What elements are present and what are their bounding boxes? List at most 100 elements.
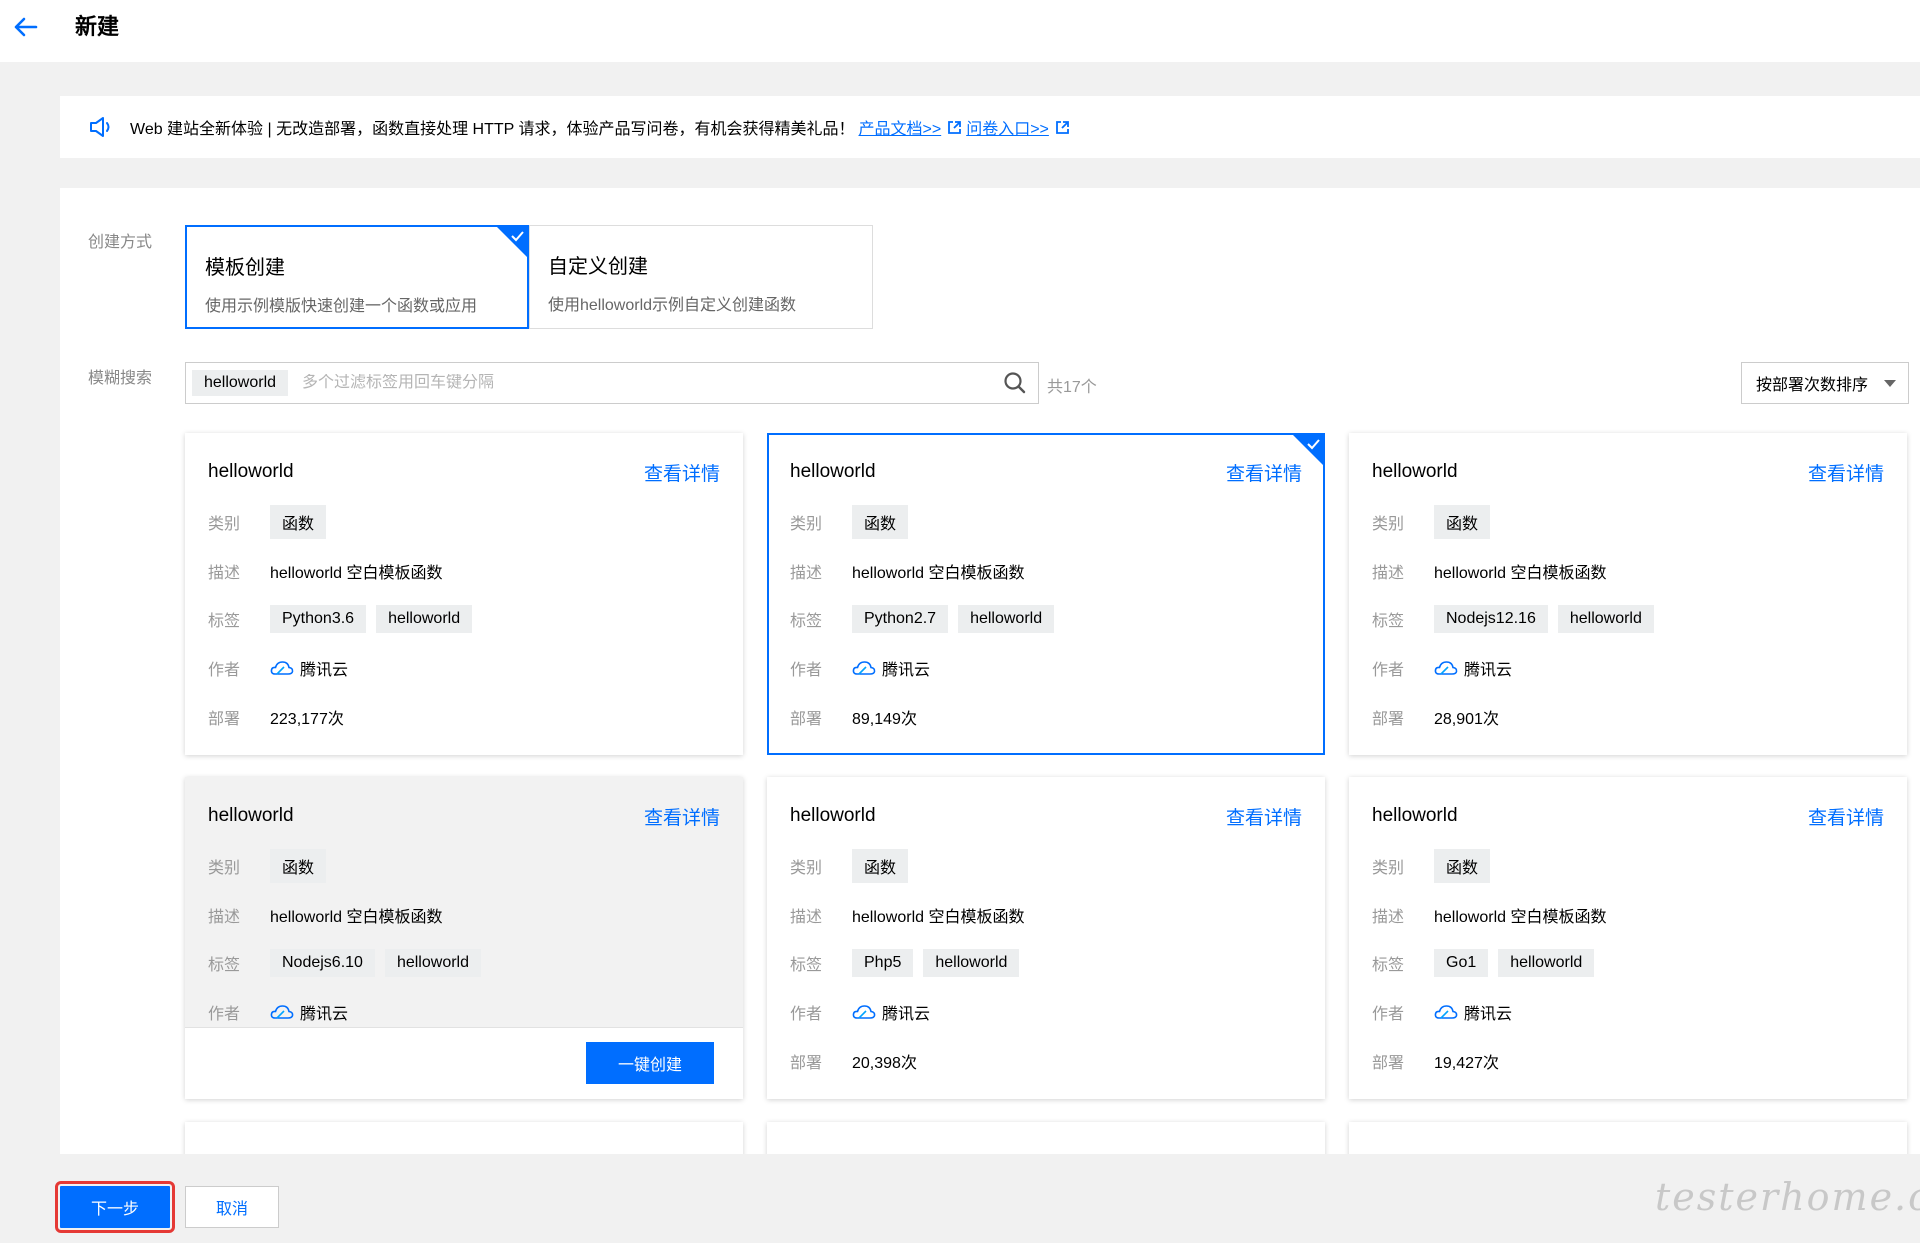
template-card[interactable]: helloworld 查看详情 类别 函数 描述 helloworld 空白模板函数… [185, 777, 743, 1099]
result-count: 共17个 [1047, 379, 1097, 396]
tag-chip: Python2.7 [852, 605, 949, 633]
view-details-link[interactable]: 查看详情 [1808, 459, 1884, 486]
category-chip: 函数 [270, 505, 327, 539]
search-icon[interactable] [1002, 370, 1028, 396]
tag-chip: helloworld [1498, 949, 1595, 977]
template-card-partial[interactable] [185, 1122, 743, 1154]
field-label: 描述 [1372, 565, 1405, 582]
template-name: helloworld [208, 805, 294, 826]
search-filter-tag[interactable]: helloworld [192, 370, 289, 396]
template-card-partial[interactable] [767, 1122, 1325, 1154]
field-label: 标签 [790, 957, 823, 974]
template-card[interactable]: helloworld 查看详情 类别 函数 描述 helloworld 空白模板函数… [1349, 433, 1907, 755]
watermark: testerhome.com [1655, 1175, 1920, 1219]
template-create-option[interactable]: 模板创建 使用示例模版快速创建一个函数或应用 [185, 225, 529, 329]
field-label: 类别 [208, 516, 241, 533]
template-card[interactable]: helloworld 查看详情 类别 函数 描述 helloworld 空白模板函数… [185, 433, 743, 755]
field-label: 作者 [790, 1006, 823, 1023]
field-label: 作者 [208, 1006, 241, 1023]
view-details-link[interactable]: 查看详情 [1808, 803, 1884, 830]
next-step-button[interactable]: 下一步 [55, 1181, 175, 1233]
field-label: 作者 [1372, 1006, 1405, 1023]
field-label: 标签 [1372, 957, 1405, 974]
survey-link[interactable]: 问卷入口>> [966, 115, 1049, 139]
tag-chip: helloworld [384, 949, 481, 977]
field-label: 标签 [1372, 613, 1405, 630]
search-input[interactable] [302, 374, 1002, 392]
field-label: 类别 [208, 860, 241, 877]
view-details-link[interactable]: 查看详情 [1226, 459, 1302, 486]
search-box[interactable]: helloworld [185, 362, 1039, 404]
tencent-cloud-icon [1434, 661, 1458, 675]
field-label: 部署 [208, 711, 241, 728]
search-label: 模糊搜索 [88, 370, 153, 387]
author-name: 腾讯云 [300, 662, 349, 679]
field-label: 类别 [790, 860, 823, 877]
category-chip: 函数 [270, 849, 327, 883]
notice-text: Web 建站全新体验 | 无改造部署，函数直接处理 HTTP 请求，体验产品写问… [130, 121, 855, 138]
mode-desc: 使用helloworld示例自定义创建函数 [548, 297, 797, 314]
custom-create-option[interactable]: 自定义创建 使用helloworld示例自定义创建函数 [529, 225, 873, 329]
template-name: helloworld [790, 461, 876, 482]
template-desc: helloworld 空白模板函数 [852, 909, 1025, 926]
page-title: 新建 [75, 14, 120, 39]
field-label: 标签 [790, 613, 823, 630]
category-chip: 函数 [1434, 849, 1491, 883]
product-docs-link[interactable]: 产品文档>> [858, 115, 941, 139]
view-details-link[interactable]: 查看详情 [644, 459, 720, 486]
mode-title: 自定义创建 [548, 256, 648, 278]
external-link-icon[interactable] [947, 120, 962, 135]
card-action-footer: 一键创建 [185, 1027, 743, 1099]
external-link-icon[interactable] [1055, 120, 1070, 135]
one-click-create-button[interactable]: 一键创建 [586, 1042, 714, 1084]
page-header: 新建 [0, 0, 1920, 62]
field-label: 部署 [1372, 1055, 1405, 1072]
deploy-count: 19,427次 [1434, 1055, 1499, 1072]
author-name: 腾讯云 [882, 1006, 931, 1023]
field-label: 描述 [790, 909, 823, 926]
mode-desc: 使用示例模版快速创建一个函数或应用 [205, 298, 478, 315]
field-label: 作者 [1372, 662, 1405, 679]
tag-chip: Python3.6 [270, 605, 367, 633]
template-card-partial[interactable] [1349, 1122, 1907, 1154]
deploy-count: 28,901次 [1434, 711, 1499, 728]
sort-select-value: 按部署次数排序 [1756, 377, 1869, 394]
view-details-link[interactable]: 查看详情 [644, 803, 720, 830]
selected-check-icon [1293, 435, 1323, 465]
template-desc: helloworld 空白模板函数 [1434, 909, 1607, 926]
tag-chip: Php5 [852, 949, 914, 977]
field-label: 类别 [1372, 860, 1405, 877]
tencent-cloud-icon [852, 1005, 876, 1019]
template-name: helloworld [790, 805, 876, 826]
speaker-icon [90, 117, 110, 137]
tag-chip: helloworld [1557, 605, 1654, 633]
mode-title: 模板创建 [205, 257, 285, 279]
view-details-link[interactable]: 查看详情 [1226, 803, 1302, 830]
back-arrow-icon[interactable] [10, 12, 40, 42]
field-label: 部署 [790, 711, 823, 728]
field-label: 描述 [1372, 909, 1405, 926]
author-name: 腾讯云 [300, 1006, 349, 1023]
category-chip: 函数 [1434, 505, 1491, 539]
template-desc: helloworld 空白模板函数 [270, 909, 443, 926]
chevron-down-icon [1884, 380, 1896, 387]
tencent-cloud-icon [270, 661, 294, 675]
sort-select[interactable]: 按部署次数排序 [1741, 362, 1909, 404]
tag-chip: Nodejs12.16 [1434, 605, 1548, 633]
template-card[interactable]: helloworld 查看详情 类别 函数 描述 helloworld 空白模板函数… [767, 777, 1325, 1099]
deploy-count: 223,177次 [270, 711, 344, 728]
template-desc: helloworld 空白模板函数 [270, 565, 443, 582]
field-label: 标签 [208, 613, 241, 630]
tag-chip: helloworld [376, 605, 473, 633]
cancel-button[interactable]: 取消 [185, 1186, 279, 1228]
template-card[interactable]: helloworld 查看详情 类别 函数 描述 helloworld 空白模板函数… [767, 433, 1325, 755]
main-panel: 创建方式 模板创建 使用示例模版快速创建一个函数或应用 自定义创建 使用hell… [60, 188, 1920, 1154]
template-desc: helloworld 空白模板函数 [852, 565, 1025, 582]
author-name: 腾讯云 [1464, 662, 1513, 679]
template-card[interactable]: helloworld 查看详情 类别 函数 描述 helloworld 空白模板函数… [1349, 777, 1907, 1099]
category-chip: 函数 [852, 849, 909, 883]
field-label: 描述 [790, 565, 823, 582]
tencent-cloud-icon [1434, 1005, 1458, 1019]
tag-chip: Go1 [1434, 949, 1489, 977]
field-label: 标签 [208, 957, 241, 974]
